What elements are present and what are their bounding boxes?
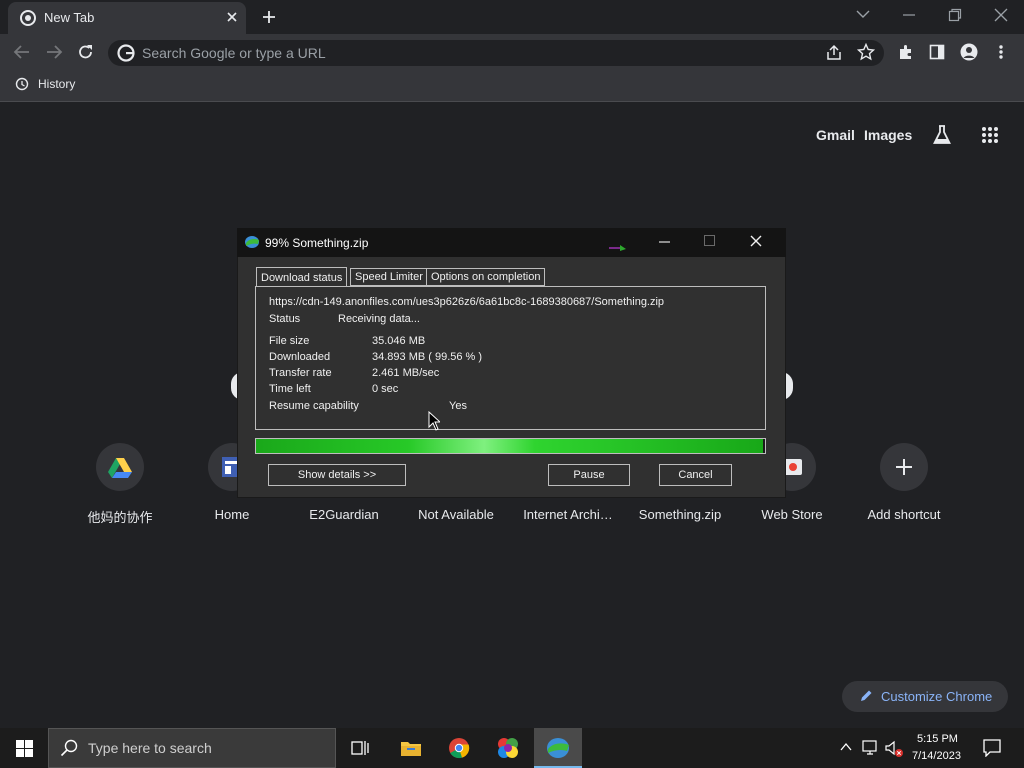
shortcut-tile-1[interactable] bbox=[96, 443, 144, 491]
idm-taskbar-icon bbox=[547, 738, 569, 758]
file-size-label: File size bbox=[269, 335, 310, 347]
volume-muted-icon[interactable] bbox=[885, 740, 905, 758]
shortcut-label-1: 他妈的协作 bbox=[87, 510, 153, 525]
windows-start-icon[interactable] bbox=[16, 740, 33, 757]
reload-icon[interactable] bbox=[77, 43, 95, 61]
clock-date[interactable]: 7/14/2023 bbox=[912, 750, 961, 762]
shortcut-label-5: Internet Archi… bbox=[523, 507, 613, 522]
tab-title: New Tab bbox=[44, 10, 95, 25]
tab-speed-limiter[interactable]: Speed Limiter bbox=[350, 268, 428, 286]
labs-flask-icon[interactable] bbox=[932, 124, 952, 146]
tab-search-icon[interactable] bbox=[856, 9, 870, 19]
dialog-title: 99% Something.zip bbox=[265, 236, 369, 250]
pencil-icon bbox=[861, 690, 872, 701]
bookmarks-bar bbox=[0, 70, 1024, 102]
dialog-maximize-icon bbox=[704, 235, 715, 246]
tab-options-on-completion[interactable]: Options on completion bbox=[426, 268, 546, 286]
minimize-icon[interactable] bbox=[902, 9, 916, 21]
new-tab-icon[interactable] bbox=[261, 9, 277, 25]
idm-icon bbox=[245, 236, 259, 248]
resume-capability-label: Resume capability bbox=[269, 400, 359, 412]
google-icon bbox=[117, 44, 135, 62]
time-left-label: Time left bbox=[269, 383, 311, 395]
downloaded-value: 34.893 MB ( 99.56 % ) bbox=[372, 351, 483, 363]
status-label: Status bbox=[269, 313, 301, 325]
file-size-value: 35.046 MB bbox=[372, 335, 426, 347]
shortcut-label-3: E2Guardian bbox=[309, 507, 379, 522]
idm-grabber-icon bbox=[609, 245, 626, 251]
tab-download-status[interactable]: Download status bbox=[256, 267, 348, 287]
pause-button[interactable]: Pause bbox=[548, 464, 630, 486]
restore-icon[interactable] bbox=[948, 8, 962, 22]
show-details-button[interactable]: Show details >> bbox=[268, 464, 406, 486]
share-icon[interactable] bbox=[825, 44, 843, 62]
downloaded-label: Downloaded bbox=[269, 351, 331, 363]
close-window-icon[interactable] bbox=[994, 8, 1008, 22]
color-wheel-app-icon[interactable] bbox=[496, 736, 520, 760]
omnibox-placeholder: Search Google or type a URL bbox=[142, 45, 326, 61]
shortcut-label-7: Web Store bbox=[761, 507, 823, 522]
bookmark-star-icon[interactable] bbox=[857, 43, 875, 61]
chrome-taskbar-icon[interactable] bbox=[448, 737, 470, 759]
back-icon[interactable] bbox=[13, 44, 31, 60]
menu-icon[interactable] bbox=[998, 44, 1004, 60]
shortcut-label-6: Something.zip bbox=[638, 507, 722, 522]
images-link[interactable]: Images bbox=[864, 127, 912, 143]
gmail-link[interactable]: Gmail bbox=[816, 127, 855, 143]
dialog-minimize-icon[interactable] bbox=[658, 236, 672, 248]
mouse-cursor-icon bbox=[428, 411, 440, 431]
dialog-close-icon[interactable] bbox=[750, 235, 762, 247]
close-tab-icon[interactable] bbox=[226, 11, 238, 23]
plus-icon bbox=[896, 459, 912, 475]
side-panel-icon[interactable] bbox=[929, 44, 945, 60]
time-left-value: 0 sec bbox=[372, 383, 399, 395]
drive-icon bbox=[108, 458, 132, 478]
add-shortcut-button[interactable] bbox=[880, 443, 928, 491]
apps-grid-icon[interactable] bbox=[981, 126, 999, 144]
search-icon bbox=[60, 739, 78, 757]
download-url: https://cdn-149.anonfiles.com/ues3p626z6… bbox=[269, 296, 665, 308]
progress-fill bbox=[256, 439, 763, 453]
customize-chrome-label: Customize Chrome bbox=[881, 689, 993, 704]
profile-icon[interactable] bbox=[960, 43, 978, 61]
status-value: Receiving data... bbox=[338, 313, 420, 325]
chrome-icon bbox=[20, 10, 36, 26]
transfer-rate-value: 2.461 MB/sec bbox=[372, 367, 440, 379]
task-view-icon[interactable] bbox=[351, 739, 369, 757]
network-icon[interactable] bbox=[862, 740, 880, 756]
extensions-icon[interactable] bbox=[897, 43, 915, 61]
shortcut-label-2: Home bbox=[214, 507, 250, 522]
cancel-button[interactable]: Cancel bbox=[659, 464, 732, 486]
shortcut-label-8: Add shortcut bbox=[867, 507, 941, 522]
history-icon bbox=[15, 77, 29, 91]
bookmark-history[interactable]: History bbox=[38, 77, 75, 91]
download-progress-bar bbox=[255, 438, 766, 454]
show-hidden-icons-icon[interactable] bbox=[840, 742, 852, 752]
resume-capability-value: Yes bbox=[449, 400, 467, 412]
idm-taskbar-button[interactable] bbox=[534, 728, 582, 768]
taskbar-search-placeholder: Type here to search bbox=[88, 740, 212, 756]
notifications-icon[interactable] bbox=[983, 739, 1001, 757]
transfer-rate-label: Transfer rate bbox=[269, 367, 332, 379]
file-explorer-icon[interactable] bbox=[400, 739, 422, 757]
forward-icon[interactable] bbox=[45, 44, 63, 60]
clock-time[interactable]: 5:15 PM bbox=[917, 733, 958, 745]
shortcut-label-4: Not Available bbox=[418, 507, 494, 522]
